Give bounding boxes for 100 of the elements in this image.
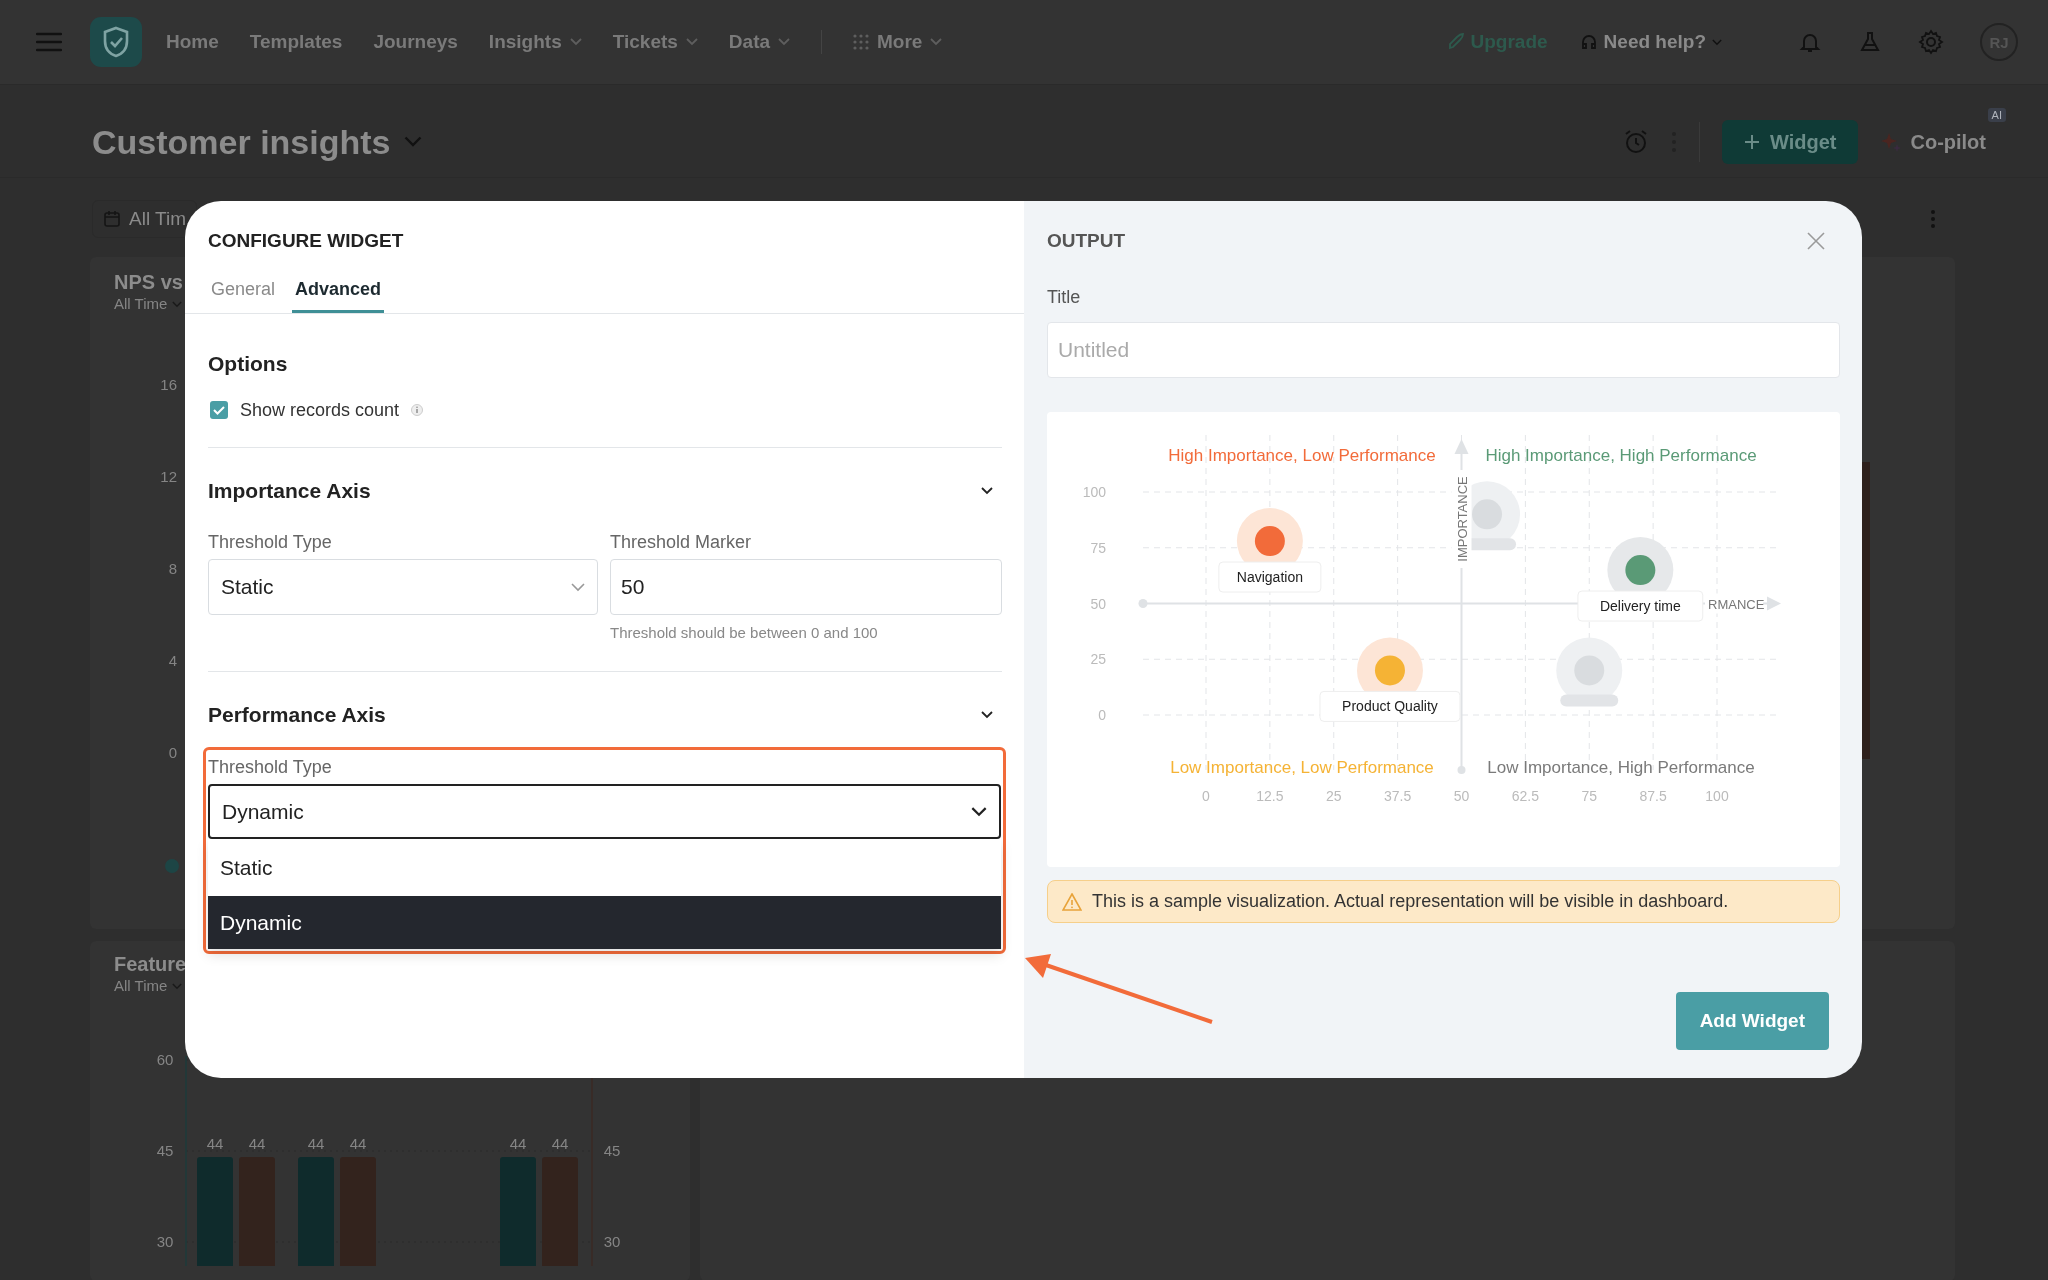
threshold-type-select[interactable]: Dynamic [208,784,1001,839]
headset-icon [1579,33,1598,51]
copilot-button[interactable]: Co-pilot [1880,130,1986,154]
plus-icon [1744,134,1760,150]
section-title: Importance Axis [208,478,371,504]
add-widget-button[interactable]: Widget [1722,120,1859,164]
period-dropdown[interactable]: All Time [114,295,183,313]
data-label: 44 [307,1135,325,1152]
nav-link[interactable]: Journeys [373,31,458,53]
axis-label: 75 [1581,788,1598,804]
series-label: Delivery time [1599,598,1682,615]
checkbox[interactable] [210,401,228,419]
title-field[interactable]: Untitled [1047,322,1840,378]
flask-icon[interactable] [1858,30,1882,54]
section-title: Options [208,351,289,377]
notice-text: This is a sample visualization. Actual representation will be visible in dashboard. [1092,891,1729,912]
axis-label: 45 [603,1142,621,1159]
nav-link[interactable]: Data [728,31,791,53]
axis-label: 30 [156,1233,174,1250]
dialog-title: CONFIGURE WIDGET [208,229,405,253]
axis-label: 87.5 [1639,788,1667,804]
axis-label: 0 [1202,788,1210,804]
axis-label: 62.5 [1511,788,1539,804]
axis-title: IMPORTANCE [1454,476,1470,562]
series-label: Product Quality [1342,698,1438,715]
axis-label: 25 [1325,788,1342,804]
axis-label: 4 [167,652,177,670]
card-title: Feature [114,952,187,977]
section-title: Performance Axis [208,702,386,728]
nav-link[interactable]: Home [166,31,219,53]
axis-label: 8 [167,560,177,578]
help-link[interactable]: Need help? [1579,31,1722,53]
ai-badge: AI [1987,108,2006,122]
axis-title: RMANCE [1708,596,1765,612]
nav-link[interactable]: More [853,31,943,53]
chevron-down-icon [172,300,183,308]
axis-label: 30 [603,1233,621,1250]
threshold-type-select[interactable]: Static [208,559,598,615]
axis-label: 100 [1705,788,1729,804]
menu-option[interactable]: Static [208,839,1001,896]
data-label: 44 [349,1135,367,1152]
field-hint: Threshold should be between 0 and 100 [610,623,879,643]
axis-label: 16 [159,376,177,394]
data-label: 44 [551,1135,569,1152]
quadrant-label: Low Importance, Low Performance [1170,758,1434,777]
quadrant-label: High Importance, High Performance [1485,446,1757,465]
quadrant-label: High Importance, Low Performance [1168,446,1436,465]
nav-link[interactable]: Templates [249,31,343,53]
chevron-down-icon [172,982,183,990]
field-label: Threshold Marker [610,531,753,553]
axis-label: 60 [156,1051,174,1068]
info-icon[interactable] [411,404,424,416]
data-label: 44 [206,1135,224,1152]
grid-icon [853,34,870,50]
warning-icon [1062,892,1082,911]
placeholder-drawing [1560,694,1619,707]
axis-label: 12.5 [1256,788,1284,804]
alarm-clock-icon[interactable] [1623,129,1649,155]
axis-label: 0 [1098,707,1106,723]
settings-icon[interactable] [1918,29,1944,55]
field-label: Threshold Type [208,756,333,778]
page-title: Customer insights [92,122,391,162]
menu-option[interactable]: Dynamic [208,896,1001,949]
field-label: Threshold Type [208,531,333,553]
axis-label: 37.5 [1384,788,1412,804]
more-vertical-icon[interactable] [1930,209,1936,229]
calendar-icon [103,210,121,228]
axis-label: 50 [1090,595,1106,612]
axis-label: 45 [156,1142,174,1159]
close-icon[interactable] [1807,232,1825,250]
axis-label: 25 [1090,651,1106,668]
sparkle-icon [1880,131,1903,153]
axis-label: 0 [167,744,177,762]
menu-icon[interactable] [36,32,62,52]
axis-label: 75 [1090,539,1106,556]
chevron-down-icon [971,806,987,817]
logo-icon[interactable] [90,17,142,67]
data-label: 44 [509,1135,527,1152]
data-label: 44 [248,1135,266,1152]
point-label: Product Quality [1319,690,1461,722]
nav-link[interactable]: Tickets [612,31,698,53]
nav-link[interactable]: Insights [488,31,582,53]
checkbox-label: Show records count [240,399,400,421]
tab[interactable]: General [208,274,279,313]
card-title: NPS vs [114,270,183,295]
add-widget-button[interactable]: Add Widget [1675,992,1829,1050]
quadrant-label: Low Importance, High Performance [1487,758,1755,777]
axis-label: 12 [159,468,177,486]
period-dropdown[interactable]: All Time [114,977,183,995]
threshold-marker-field[interactable]: 50 [610,559,1002,615]
point-label: Delivery time [1577,590,1704,622]
tab[interactable]: Advanced [292,274,385,313]
panel-title: OUTPUT [1047,229,1126,253]
chevron-down-icon [571,582,585,592]
series-label: Navigation [1236,569,1303,586]
chevron-down-icon [1712,38,1722,46]
axis-label: 50 [1453,788,1470,804]
point-label: Navigation [1218,561,1322,593]
axis-label: 100 [1082,484,1106,500]
field-label: Title [1047,286,1082,308]
